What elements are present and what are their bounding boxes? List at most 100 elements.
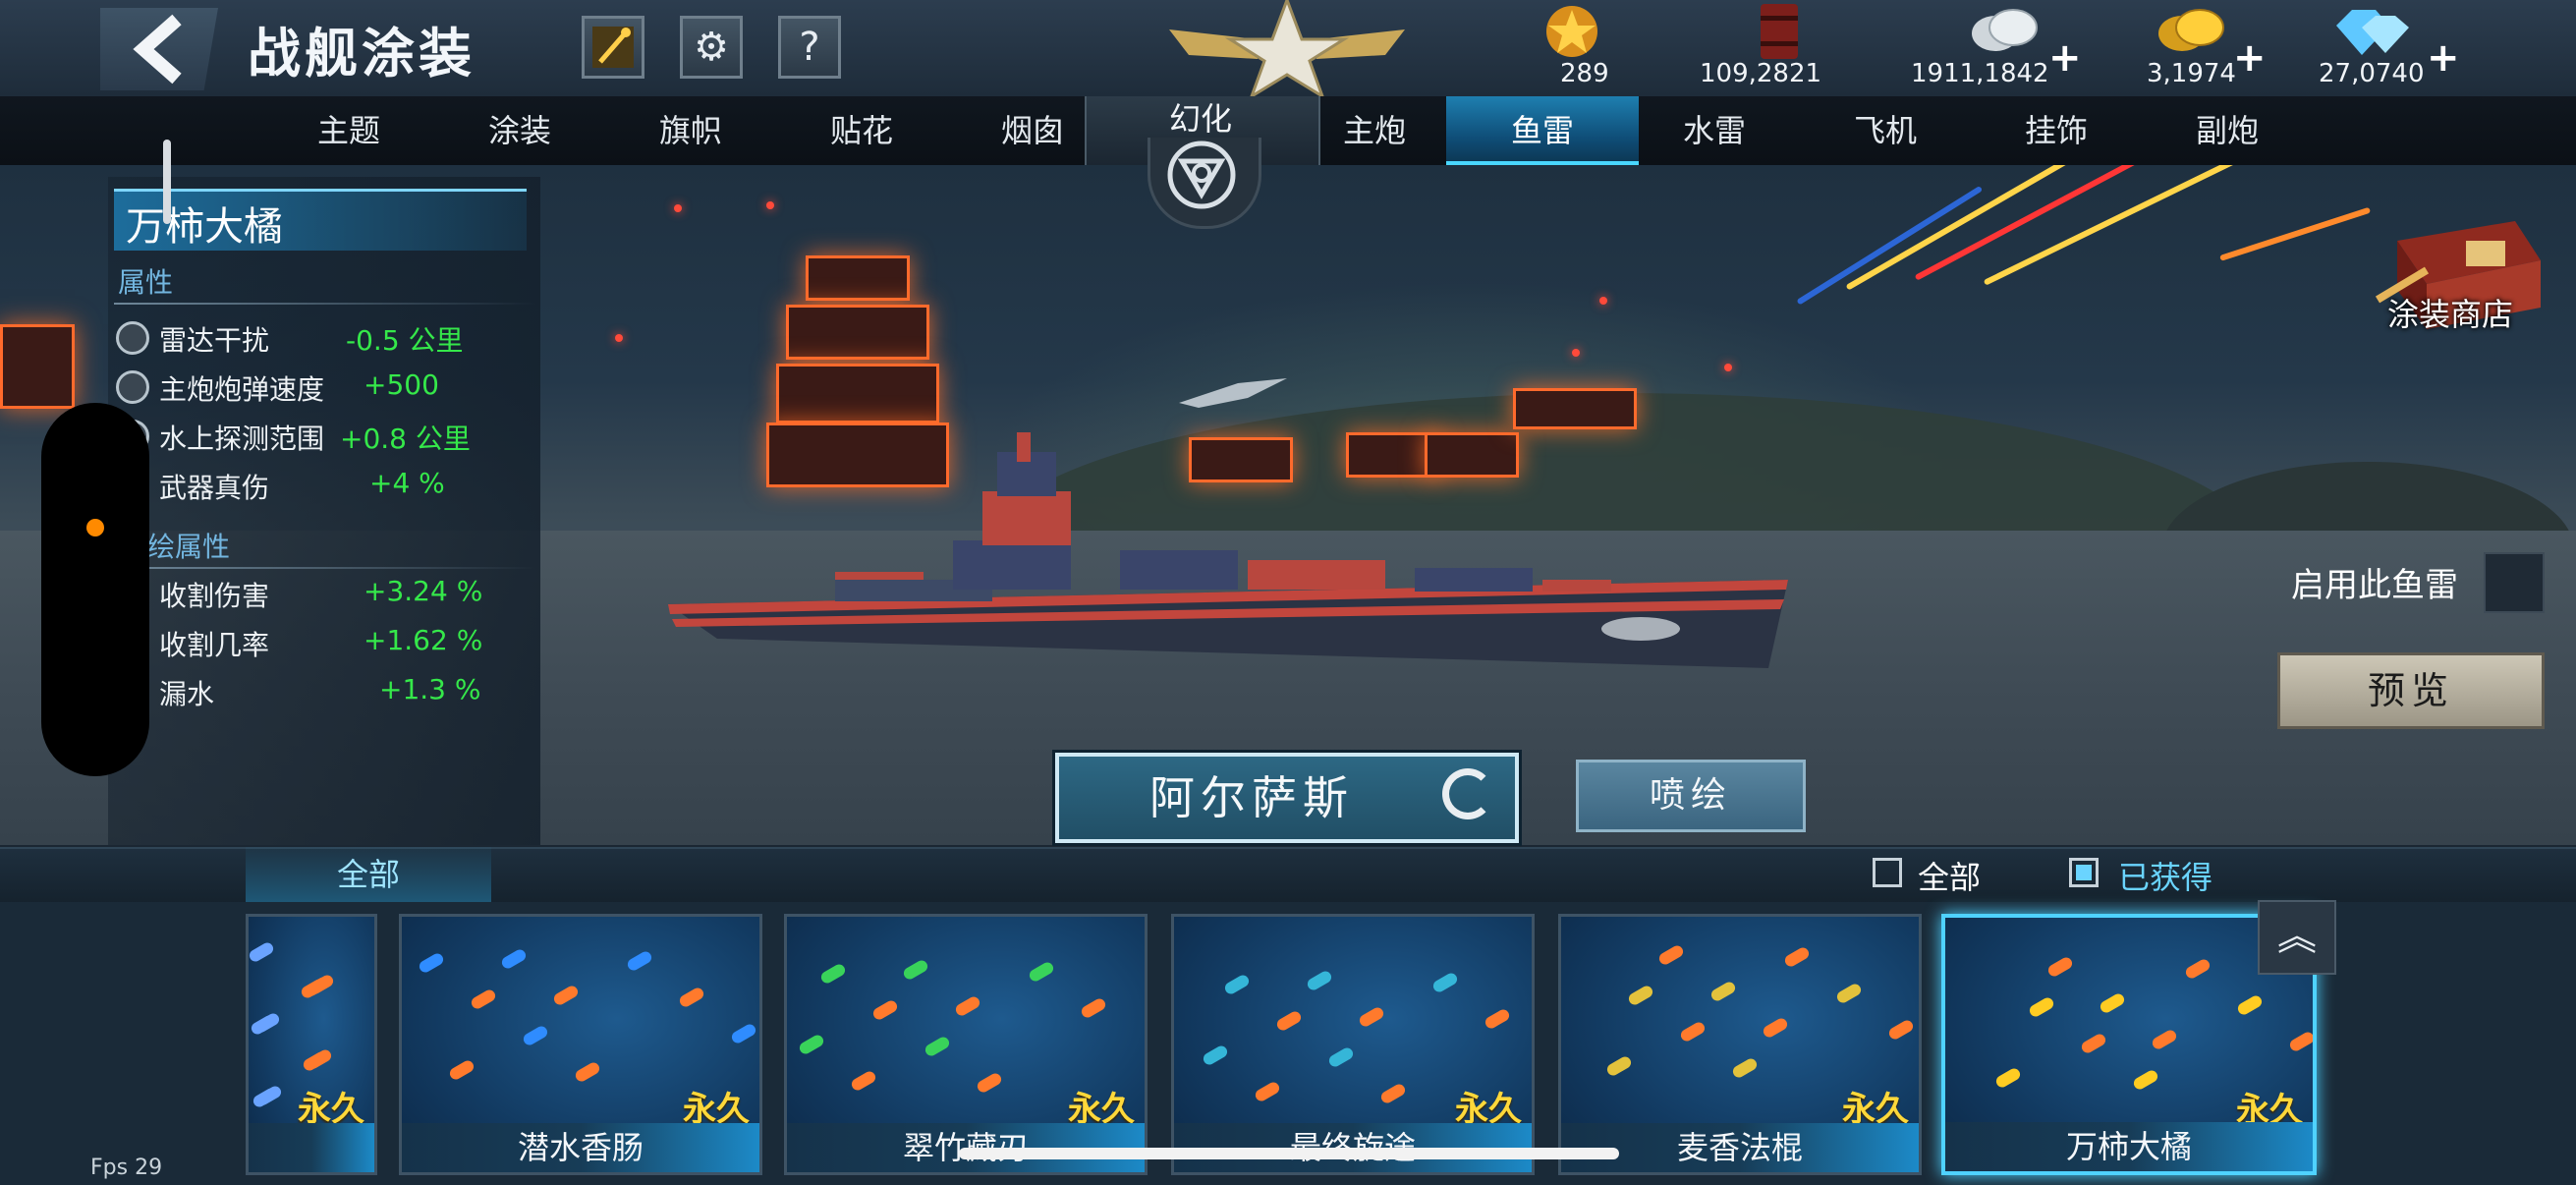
torpedo-dot (923, 1035, 952, 1058)
stat-row: 漏水 +1.3 % (116, 673, 529, 712)
skin-card-label: 万柿大橘 (1945, 1122, 2313, 1171)
diamond-icon (2336, 10, 2409, 55)
torpedo-dot (573, 1060, 602, 1084)
gold-coin-icon (2158, 9, 2224, 51)
torpedo-dot (1326, 1045, 1356, 1069)
tab-aircraft[interactable]: 飞机 (1802, 96, 1969, 165)
home-indicator[interactable] (959, 1148, 1619, 1159)
panel-scroll-handle[interactable] (163, 140, 171, 224)
back-button[interactable] (100, 8, 218, 90)
torpedo-dot (305, 1047, 334, 1071)
torpedo-dot (1079, 996, 1108, 1020)
lantern (766, 201, 774, 209)
torpedo-dot (1730, 1056, 1760, 1080)
pagoda (776, 364, 939, 423)
attributes-heading: 属性 (118, 266, 174, 299)
phantom-icon (1167, 141, 1236, 209)
checkbox-owned[interactable] (2069, 858, 2099, 887)
skin-card[interactable]: 永久 最终旋途 (1171, 914, 1535, 1175)
tab-decal[interactable]: 贴花 (778, 96, 945, 165)
tab-flag[interactable]: 旗帜 (607, 96, 774, 165)
tab-ornament[interactable]: 挂饰 (1973, 96, 2140, 165)
fireworks-button[interactable] (582, 16, 644, 79)
stat-name: 雷达干扰 (159, 324, 270, 357)
paint-shop-label: 涂装商店 (2387, 296, 2514, 333)
tab-secondary-gun[interactable]: 副炮 (2144, 96, 2311, 165)
checkbox-all-label: 全部 (1918, 859, 1982, 896)
torpedo-dot (1222, 973, 1252, 996)
torpedo-dot (1761, 1016, 1790, 1040)
silver-coin-icon (1972, 9, 2038, 51)
torpedo-dot (1305, 969, 1334, 992)
torpedo-dot (797, 1033, 826, 1056)
torpedo-dot (625, 949, 654, 973)
use-torpedo-toggle[interactable] (2484, 552, 2545, 613)
stat-name: 武器真伤 (159, 472, 270, 504)
ship-name: 阿尔萨斯 (1149, 771, 1354, 824)
torpedo-dot (677, 986, 706, 1009)
torpedo-dot (1604, 1054, 1634, 1078)
skin-card[interactable]: 永久 潜水香肠 (399, 914, 762, 1175)
torpedo-dot (249, 940, 276, 964)
stat-name: 收割几率 (159, 629, 270, 661)
torpedo-dot (1834, 982, 1864, 1005)
settings-button[interactable]: ⚙ (680, 16, 743, 79)
add-diamond-button[interactable]: + (2427, 35, 2460, 81)
tab-theme[interactable]: 主题 (265, 96, 432, 165)
skin-card[interactable]: 永久 翠竹藏刃 (784, 914, 1148, 1175)
tab-torpedo[interactable]: 鱼雷 (1446, 96, 1639, 165)
pagoda (786, 305, 929, 360)
torpedo-dot (953, 994, 982, 1018)
floating-pill-overlay[interactable] (41, 403, 149, 776)
divider (114, 303, 536, 305)
torpedo-dot (1678, 1020, 1708, 1044)
preview-button[interactable]: 预览 (2277, 652, 2545, 729)
spray-button[interactable]: 喷绘 (1576, 760, 1806, 832)
collapse-button[interactable]: ︽ (2258, 900, 2336, 975)
stat-value: +500 (364, 368, 439, 401)
resource-diamond[interactable]: 27,0740 + (2319, 0, 2460, 96)
diamond-value: 27,0740 (2319, 59, 2425, 88)
torpedo-dot (2287, 1030, 2313, 1053)
help-button[interactable]: ? (778, 16, 841, 79)
gear-icon: ⚙ (694, 25, 729, 70)
torpedo-dot (1656, 943, 1686, 967)
resource-gold[interactable]: 3,1974 + (2147, 0, 2267, 96)
stat-value: +4 % (369, 467, 445, 499)
stat-icon (116, 370, 149, 404)
torpedo-dot (254, 1084, 284, 1107)
tab-paint[interactable]: 涂装 (436, 96, 603, 165)
stat-value: +1.62 % (364, 624, 483, 656)
battleship (668, 432, 1788, 668)
torpedo-dot (2183, 957, 2212, 981)
lantern (1724, 364, 1732, 371)
house (1513, 388, 1637, 429)
tab-mine[interactable]: 水雷 (1631, 96, 1798, 165)
fireworks-icon (592, 27, 634, 68)
stat-row: 主炮炮弹速度 +500 (116, 368, 529, 408)
stat-name: 主炮炮弹速度 (159, 373, 325, 406)
switch-ship-icon[interactable] (1442, 768, 1493, 819)
filter-tab-all[interactable]: 全部 (246, 847, 491, 902)
torpedo-dot (1886, 1018, 1916, 1042)
stat-value: +0.8 公里 (340, 423, 471, 455)
add-silver-button[interactable]: + (2048, 35, 2082, 81)
stat-name: 水上探测范围 (159, 423, 325, 455)
stat-row: 水上探测范围 +0.8 公里 (116, 418, 529, 457)
stat-row: 雷达干扰 -0.5 公里 (116, 319, 529, 359)
resource-oil[interactable]: 109,2821 (1700, 0, 1857, 96)
resource-silver[interactable]: 1911,1842 + (1911, 0, 2082, 96)
torpedo-dot (2235, 993, 2265, 1017)
skin-card[interactable]: 永久 麦香法棍 (1558, 914, 1922, 1175)
tab-main-gun[interactable]: 主炮 (1291, 96, 1458, 165)
chevron-up-icon: ︽ (2277, 914, 2317, 959)
resource-medal[interactable]: 289 (1533, 0, 1641, 96)
checkbox-all[interactable] (1873, 858, 1902, 887)
skin-card[interactable]: 永久 (246, 914, 377, 1175)
torpedo-dot (729, 1022, 758, 1045)
torpedo-dot (2079, 1032, 2108, 1055)
lantern (615, 334, 623, 342)
skin-card-label: 潜水香肠 (402, 1123, 759, 1172)
use-torpedo-label: 启用此鱼雷 (2291, 566, 2458, 605)
add-gold-button[interactable]: + (2233, 35, 2267, 81)
